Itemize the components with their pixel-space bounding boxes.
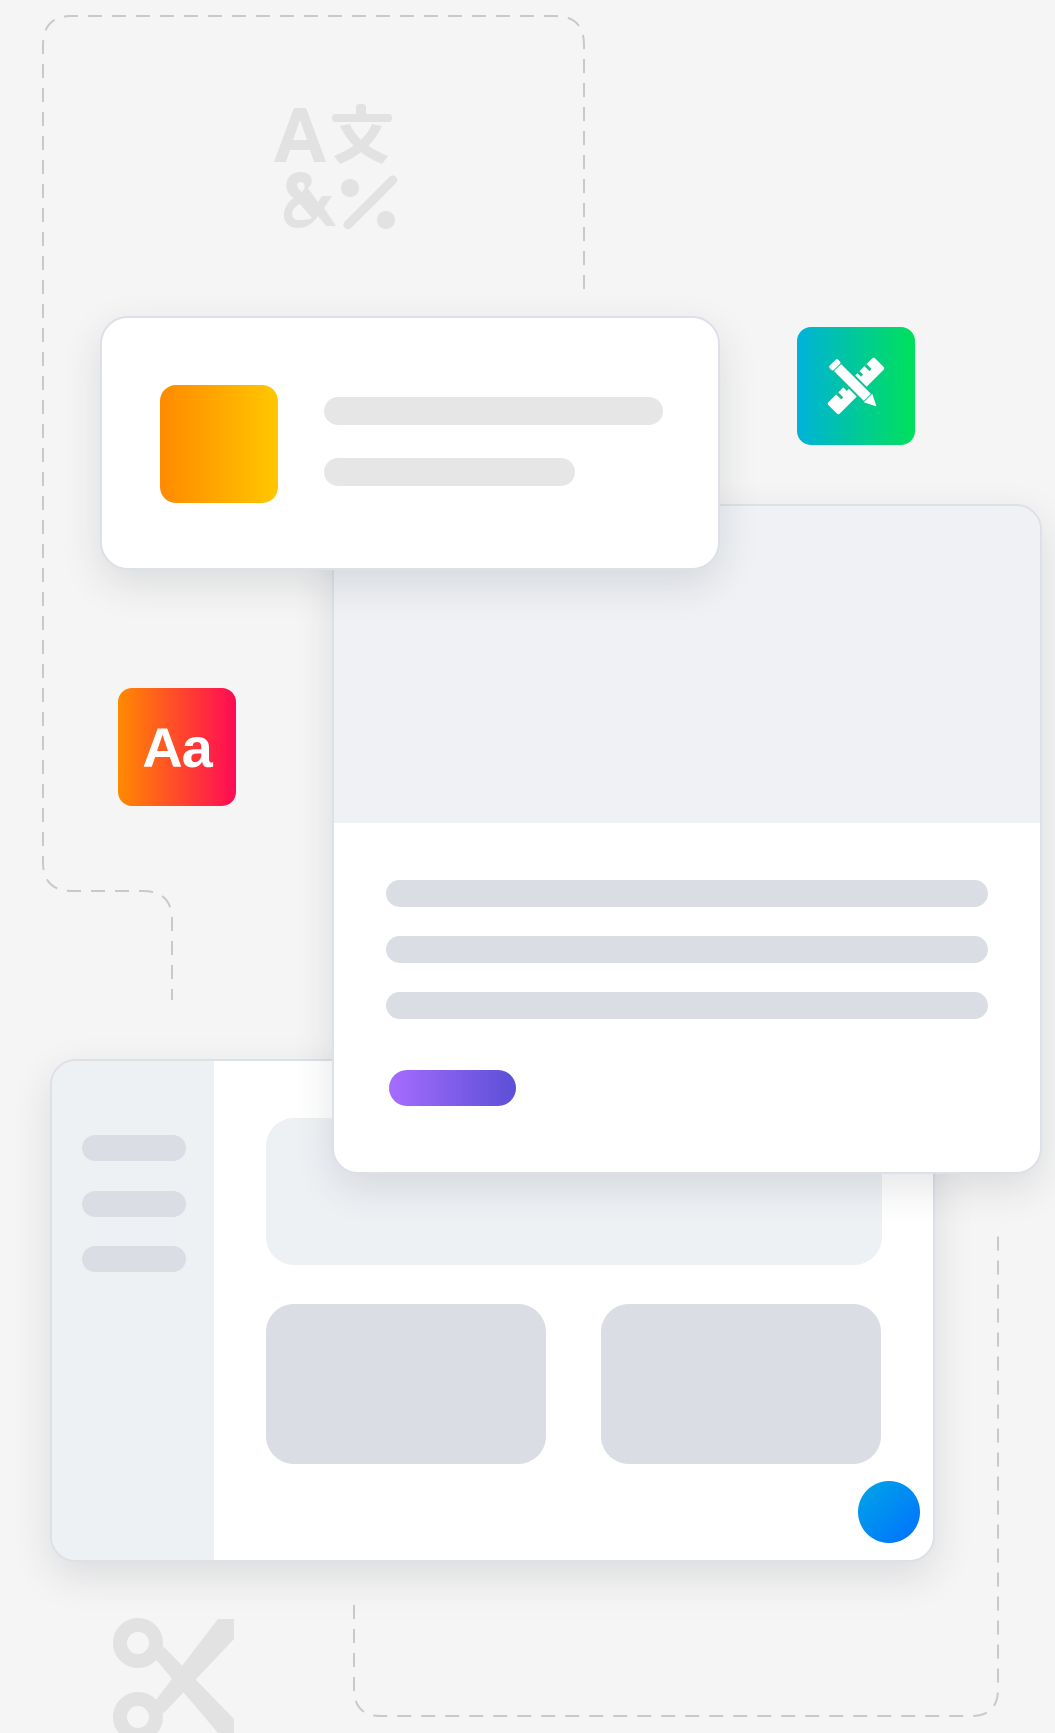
article-button-placeholder bbox=[389, 1070, 516, 1106]
ruler-pencil-icon bbox=[797, 327, 915, 445]
list-item-title-line bbox=[324, 397, 663, 425]
article-text-line bbox=[386, 936, 988, 963]
article-text-line bbox=[386, 992, 988, 1019]
article-text-line bbox=[386, 880, 988, 907]
list-item-thumbnail bbox=[160, 385, 278, 503]
sidebar-placeholder-line bbox=[82, 1246, 186, 1272]
dashboard-tile bbox=[601, 1304, 881, 1464]
scissors-icon bbox=[113, 1618, 234, 1733]
ruler-pencil-glyph bbox=[827, 357, 885, 415]
article-card bbox=[332, 504, 1042, 1174]
floating-action-dot bbox=[858, 1481, 920, 1543]
dashboard-tile bbox=[266, 1304, 546, 1464]
typography-icon-label: Aa bbox=[142, 715, 213, 779]
translate-glyphs-icon bbox=[274, 104, 398, 230]
typography-icon: Aa bbox=[118, 688, 236, 806]
sidebar-placeholder-line bbox=[82, 1135, 186, 1161]
dashboard-sidebar bbox=[52, 1061, 214, 1560]
sidebar-placeholder-line bbox=[82, 1191, 186, 1217]
list-item-subtitle-line bbox=[324, 458, 575, 486]
